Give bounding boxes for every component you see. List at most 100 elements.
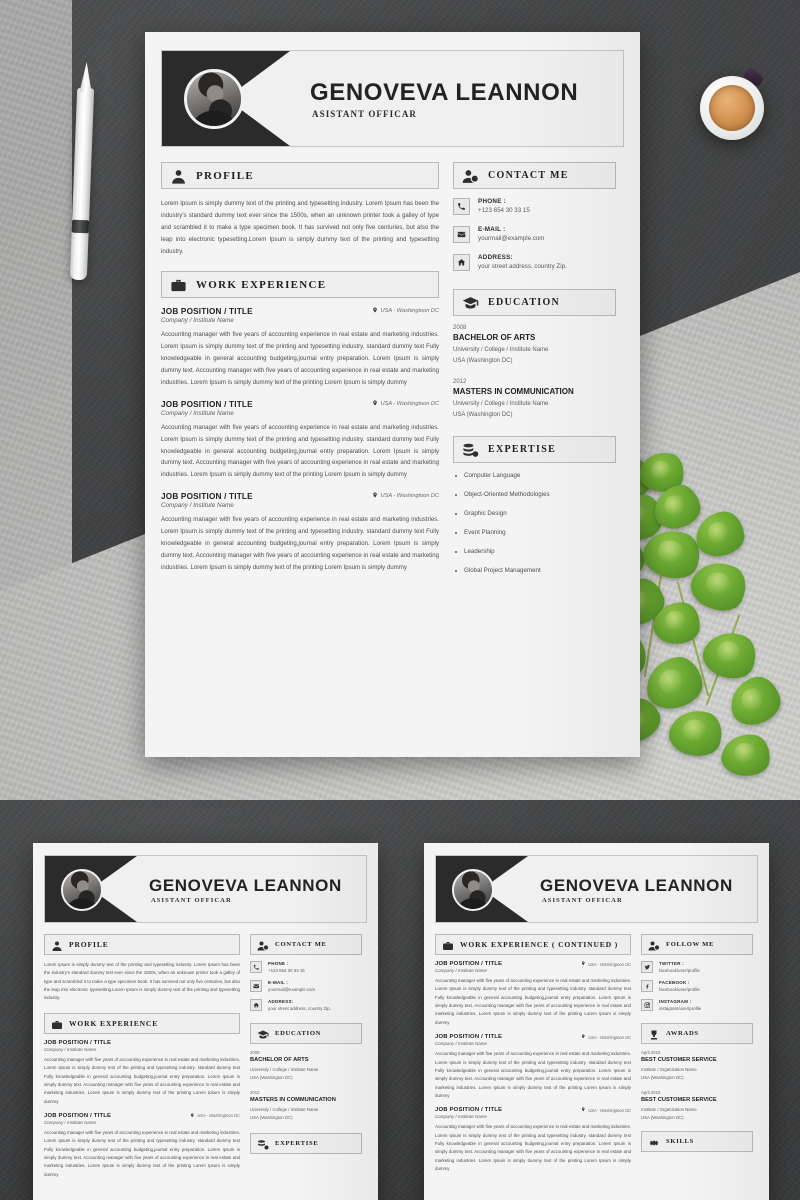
section-title-work: WORK EXPERIENCE: [69, 1018, 159, 1028]
section-header-profile: PROFILE: [161, 162, 439, 189]
person-icon: [170, 168, 187, 184]
contact-texts: PHONE : +123 654 30 33 15: [268, 961, 305, 973]
education-year: 2008: [453, 325, 467, 331]
job-entry: JOB POSITION / TITLE USA - Washingtoon D…: [161, 307, 439, 388]
briefcase-icon: [442, 939, 454, 950]
job-location: USA - Washingtoon DC: [372, 307, 439, 315]
person-icon: [51, 939, 63, 951]
job-title: JOB POSITION / TITLE: [435, 1034, 503, 1041]
list-item: Event Planning: [453, 529, 616, 536]
page-title: GENOVEVA LEANNON: [540, 876, 733, 895]
section-title-skills: SKILLS: [666, 1138, 695, 1146]
job-description: Accounting manager with five years of ac…: [44, 1056, 240, 1104]
page-title: GENOVEVA LEANNON: [149, 876, 342, 895]
award-location: USA (Washington DC): [641, 1074, 684, 1080]
social-label: TWITTER :: [659, 961, 684, 966]
contact-item: ADDRESS: your street address, country Zi…: [453, 254, 616, 271]
top-mockup-scene: GENOVEVA LEANNON ASISTANT OFFICAR PROFIL…: [0, 0, 800, 800]
education-degree: MASTERS IN COMMUNICATION: [250, 1097, 336, 1104]
job-company: Company / Institute Name: [435, 1041, 488, 1047]
espresso-cup: [700, 66, 765, 140]
job-entry: JOB POSITION / TITLE USA - Washingtoon D…: [44, 1113, 240, 1179]
job-header-row: JOB POSITION / TITLE USA - Washingtoon D…: [435, 961, 631, 967]
social-item[interactable]: FACEBOOK : facebook/user/profile: [641, 980, 753, 992]
resume-columns: PROFILE Lorem Ipsum is simply dummy text…: [44, 934, 367, 1186]
twitter-icon: [641, 961, 653, 973]
job-entry: JOB POSITION / TITLE Company / Institute…: [44, 1040, 240, 1106]
plant-leaf: [719, 730, 773, 780]
award-institute: Institute / Organization Name: [641, 1067, 697, 1072]
location-pin-icon: [581, 1034, 586, 1040]
award-year: April 2015: [641, 1050, 661, 1055]
job-header-row: JOB POSITION / TITLE USA - Washingtoon D…: [161, 400, 439, 409]
resume-page-2-preview[interactable]: GENOVEVA LEANNON ASISTANT OFFICAR WORK E…: [424, 843, 769, 1200]
resume-header: GENOVEVA LEANNON ASISTANT OFFICAR: [44, 855, 367, 923]
database-gear-icon: [462, 442, 479, 457]
section-header-awards: AWRADS: [641, 1023, 753, 1044]
job-location: USA - Washingtoon DC: [372, 492, 439, 500]
section-title-work-continued: WORK EXPERIENCE ( CONTINUED ): [460, 940, 619, 949]
job-description: Accounting manager with five years of ac…: [161, 331, 439, 386]
expertise-list: Computer Language Object-Oriented Method…: [453, 472, 616, 574]
pencil-tip: [80, 62, 93, 92]
education-entry: 2012 MASTERS IN COMMUNICATION University…: [250, 1090, 362, 1121]
social-value: instagram/user/profile: [659, 1006, 702, 1011]
social-label: INSTAGRAM :: [659, 999, 692, 1004]
location-pin-icon: [372, 400, 378, 408]
contact-texts: ADDRESS: your street address, country Zi…: [478, 254, 567, 270]
job-location-text: USA - Washingtoon DC: [380, 400, 439, 407]
job-entry: JOB POSITION / TITLE USA - Washingtoon D…: [161, 492, 439, 573]
job-role-subtitle: ASISTANT OFFICAR: [151, 897, 232, 904]
section-title-profile: PROFILE: [69, 940, 109, 949]
award-institute: Institute / Organization Name: [641, 1107, 697, 1113]
job-company: Company / Institute Name: [161, 409, 234, 417]
contact-item: E-MAIL : yourmail@example.com: [453, 226, 616, 243]
contact-texts: ADDRESS: your street address, country Zi…: [268, 999, 331, 1011]
section-header-skills: SKILLS: [641, 1131, 753, 1153]
job-header-row: JOB POSITION / TITLE USA - Washingtoon D…: [44, 1113, 240, 1119]
social-item[interactable]: INSTAGRAM : instagram/user/profile: [641, 999, 753, 1011]
job-location-text: USA - Washingtoon DC: [588, 1034, 631, 1040]
phone-icon: [453, 198, 470, 215]
facebook-icon: [641, 980, 653, 992]
bottom-mockup-scene: GENOVEVA LEANNON ASISTANT OFFICAR PROFIL…: [0, 800, 800, 1200]
job-header-row: JOB POSITION / TITLE USA - Washingtoon D…: [435, 1107, 631, 1113]
social-texts: INSTAGRAM : instagram/user/profile: [659, 999, 701, 1011]
award-title: BEST CUSTOMER SERVICE: [641, 1097, 717, 1104]
job-role-subtitle: ASISTANT OFFICAR: [312, 109, 418, 119]
resume-page-1-preview[interactable]: GENOVEVA LEANNON ASISTANT OFFICAR PROFIL…: [33, 843, 378, 1200]
location-pin-icon: [372, 492, 378, 500]
gear-icon: [648, 1136, 660, 1147]
job-header-row: JOB POSITION / TITLE: [44, 1040, 240, 1046]
education-entry: 2012 MASTERS IN COMMUNICATION University…: [453, 379, 616, 420]
resume-header: GENOVEVA LEANNON ASISTANT OFFICAR: [161, 50, 624, 147]
contact-item: ADDRESS: your street address, country Zi…: [250, 999, 362, 1011]
job-entry: JOB POSITION / TITLE USA - Washingtoon D…: [435, 961, 631, 1027]
job-description: Accounting manager with five years of ac…: [44, 1129, 240, 1177]
right-column: FOLLOW ME TWITTER : facebook/user/profil…: [641, 934, 753, 1180]
education-location: USA (Washington DC): [453, 357, 513, 364]
education-institute: University / College / Institute Name: [453, 401, 549, 407]
job-entry: JOB POSITION / TITLE USA - Washingtoon D…: [435, 1034, 631, 1100]
section-title-contact: CONTACT ME: [275, 941, 327, 948]
contact-value: your street address, country Zip.: [268, 1006, 331, 1011]
job-description: Accounting manager with five years of ac…: [435, 1051, 631, 1098]
resume-page-1[interactable]: GENOVEVA LEANNON ASISTANT OFFICAR PROFIL…: [145, 32, 640, 757]
coffee-crema: [709, 85, 755, 131]
list-item: Object-Oriented Methodologies: [453, 491, 616, 498]
job-location-text: USA - Washingtoon DC: [588, 1107, 631, 1113]
job-header-row: JOB POSITION / TITLE USA - Washingtoon D…: [161, 307, 439, 316]
social-item[interactable]: TWITTER : facebook/user/profile: [641, 961, 753, 973]
section-header-work: WORK EXPERIENCE: [44, 1012, 240, 1034]
job-title: JOB POSITION / TITLE: [435, 1107, 503, 1114]
education-location: USA (Washington DC): [453, 411, 513, 418]
section-header-follow: FOLLOW ME: [641, 934, 753, 955]
profile-text: Lorem Ipsum is simply dummy text of the …: [161, 200, 439, 255]
social-texts: TWITTER : facebook/user/profile: [659, 961, 700, 973]
social-value: facebook/user/profile: [659, 987, 700, 992]
contact-label: PHONE :: [478, 198, 506, 205]
award-entry: April 2015 BEST CUSTOMER SERVICE Institu…: [641, 1090, 753, 1121]
job-title: JOB POSITION / TITLE: [161, 399, 253, 409]
section-header-work: WORK EXPERIENCE: [161, 271, 439, 299]
home-icon: [453, 254, 470, 271]
